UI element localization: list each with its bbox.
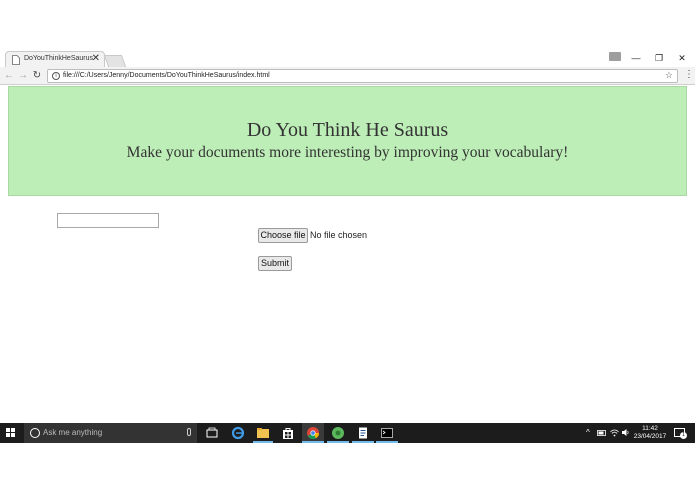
command-prompt-icon[interactable]	[380, 426, 394, 440]
search-placeholder: Ask me anything	[43, 428, 103, 437]
volume-icon[interactable]	[621, 428, 630, 437]
bookmark-star-icon[interactable]: ☆	[665, 70, 673, 81]
file-explorer-icon[interactable]	[256, 426, 270, 440]
browser-titlebar: DoYouThinkHeSaurus ✕ — ❐ ✕	[0, 48, 695, 67]
tray-chevron-icon[interactable]: ^	[586, 428, 590, 438]
browser-menu-icon[interactable]: ⋮	[684, 69, 694, 81]
back-button[interactable]: ←	[3, 70, 15, 82]
chrome-icon[interactable]	[306, 426, 320, 440]
screen: DoYouThinkHeSaurus ✕ — ❐ ✕ ← → ↻ i file:…	[0, 0, 695, 494]
file-status-text: No file chosen	[310, 230, 368, 240]
header-banner: Do You Think He Saurus Make your documen…	[8, 86, 687, 196]
word-input[interactable]	[57, 213, 159, 228]
explorer-active-indicator	[253, 441, 273, 443]
chrome-active-indicator	[302, 441, 324, 443]
document-icon[interactable]	[356, 426, 370, 440]
page-subtitle: Make your documents more interesting by …	[126, 144, 569, 161]
new-tab-button[interactable]	[103, 55, 127, 67]
start-button[interactable]	[6, 428, 16, 438]
store-icon[interactable]	[281, 426, 295, 440]
close-window-button[interactable]: ✕	[675, 53, 689, 63]
page-icon	[12, 55, 20, 65]
clock-time: 11:42	[642, 425, 658, 432]
system-clock[interactable]: 11:42 23/04/2017	[632, 425, 668, 441]
cmd-active-indicator	[376, 441, 398, 443]
browser-tab[interactable]: DoYouThinkHeSaurus ✕	[5, 51, 105, 67]
windows-taskbar: Ask me anything ^ 11:42 23/04/2017 1	[0, 423, 695, 443]
task-view-icon[interactable]	[205, 426, 219, 440]
cortana-icon	[30, 428, 40, 438]
reload-button[interactable]: ↻	[31, 70, 43, 82]
tab-close-icon[interactable]: ✕	[92, 53, 100, 65]
page-title: Do You Think He Saurus	[246, 119, 449, 141]
green-app-active-indicator	[327, 441, 349, 443]
green-app-icon[interactable]	[331, 426, 345, 440]
cortana-search-box[interactable]: Ask me anything	[24, 423, 197, 443]
microphone-icon[interactable]	[187, 428, 191, 436]
clock-date: 23/04/2017	[633, 433, 667, 440]
address-bar[interactable]: i file:///C:/Users/Jenny/Documents/DoYou…	[47, 69, 678, 83]
browser-toolbar: ← → ↻ i file:///C:/Users/Jenny/Documents…	[0, 67, 695, 85]
wifi-icon[interactable]	[610, 428, 619, 437]
restore-button[interactable]: ❐	[652, 53, 666, 63]
profile-icon[interactable]	[609, 52, 621, 61]
battery-icon[interactable]	[597, 429, 607, 437]
minimize-button[interactable]: —	[629, 53, 643, 63]
notification-badge: 1	[680, 432, 687, 439]
choose-file-button[interactable]: Choose file	[258, 228, 308, 243]
edge-icon[interactable]	[231, 426, 245, 440]
document-active-indicator	[352, 441, 374, 443]
submit-button[interactable]: Submit	[258, 256, 292, 271]
info-icon[interactable]: i	[52, 72, 60, 80]
action-center-icon[interactable]: 1	[674, 428, 687, 439]
url-text[interactable]: file:///C:/Users/Jenny/Documents/DoYouTh…	[63, 72, 270, 79]
tab-title: DoYouThinkHeSaurus	[24, 55, 94, 62]
forward-button[interactable]: →	[17, 70, 29, 82]
